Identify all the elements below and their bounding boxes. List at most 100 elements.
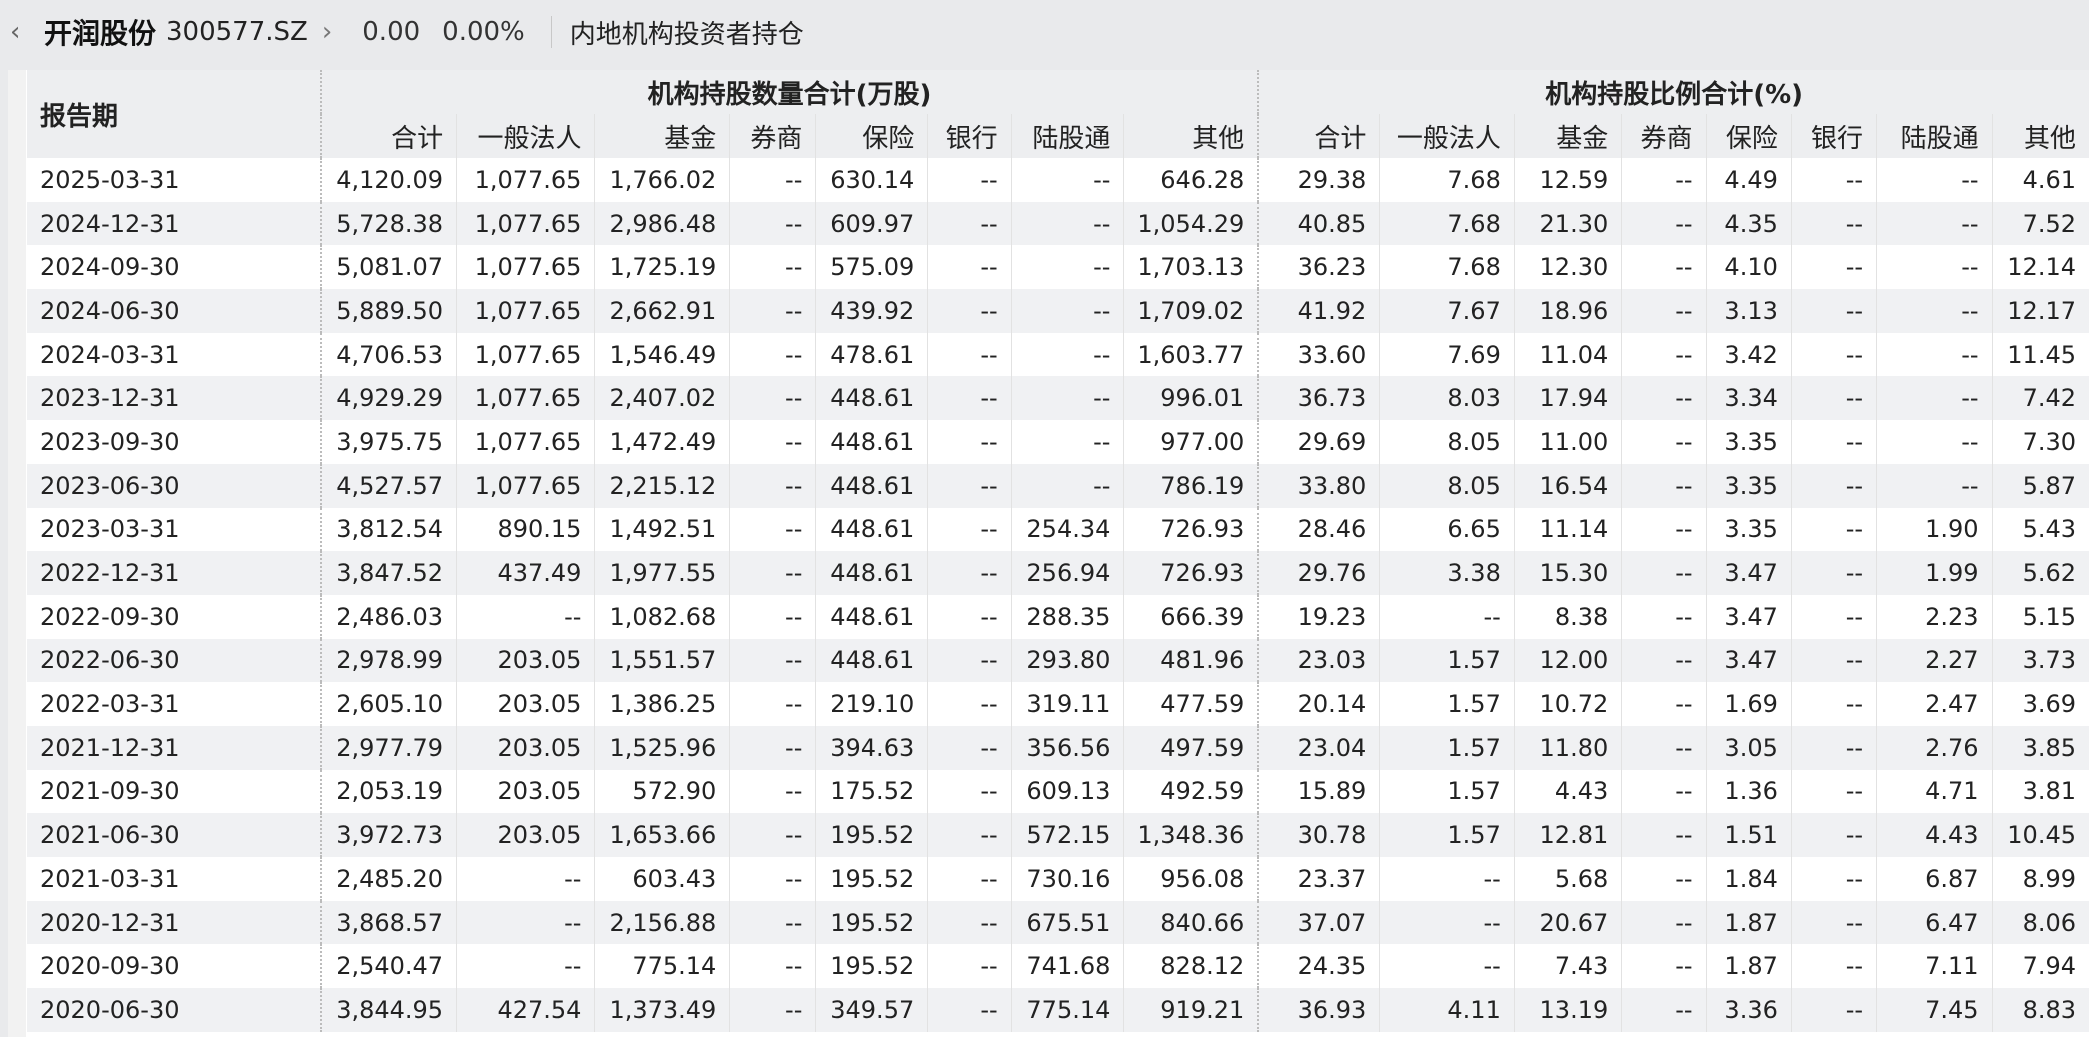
value-cell: 394.63 xyxy=(815,725,928,770)
value-cell: 349.57 xyxy=(815,988,928,1032)
value-cell: 448.61 xyxy=(815,376,928,421)
value-cell: -- xyxy=(1379,944,1515,989)
value-cell: 1,492.51 xyxy=(594,507,730,552)
value-cell: 2,986.48 xyxy=(594,201,730,246)
column-header-ratio-0[interactable]: 合计 xyxy=(1257,114,1380,158)
table-row[interactable]: 2022-09-30 2,486.03 -- 1,082.68 -- 448.61 -- 28… xyxy=(27,594,2089,639)
value-cell: -- xyxy=(1379,857,1515,901)
value-cell: 5.15 xyxy=(1991,594,2089,639)
value-cell: 4,706.53 xyxy=(319,332,457,377)
value-cell: -- xyxy=(1790,507,1877,552)
table-row[interactable]: 2023-09-30 3,975.75 1,077.65 1,472.49 -- 448.… xyxy=(27,420,2089,464)
column-header-quantity-5[interactable]: 银行 xyxy=(927,114,1012,158)
value-cell: 2.76 xyxy=(1876,725,1993,770)
column-header-ratio-5[interactable]: 银行 xyxy=(1790,114,1877,158)
report-period-cell: 2023-09-30 xyxy=(27,420,321,464)
holdings-table: 报告期 机构持股数量合计(万股) 机构持股比例合计(%) 合计 一般法人 基金 券商保… xyxy=(27,70,2089,1032)
value-cell: -- xyxy=(1790,376,1877,421)
value-cell: -- xyxy=(927,245,1012,290)
value-cell: -- xyxy=(1621,944,1707,989)
value-cell: 1.57 xyxy=(1379,813,1515,857)
table-row[interactable]: 2022-06-30 2,978.99 203.05 1,551.57 -- 448.61… xyxy=(27,638,2089,683)
column-header-ratio-7[interactable]: 其他 xyxy=(1991,114,2089,158)
table-row[interactable]: 2023-12-31 4,929.29 1,077.65 2,407.02 -- 448.… xyxy=(27,376,2089,421)
value-cell: -- xyxy=(927,551,1012,595)
report-period-cell: 2024-06-30 xyxy=(27,289,321,333)
table-row[interactable]: 2021-03-31 2,485.20 -- 603.43 -- 195.52 -- 730.… xyxy=(27,857,2089,901)
vertical-scrollbar[interactable] xyxy=(8,70,26,1037)
value-cell: 1,725.19 xyxy=(594,245,730,290)
value-cell: 3.73 xyxy=(1991,638,2089,683)
value-cell: 16.54 xyxy=(1513,463,1622,508)
table-row[interactable]: 2023-06-30 4,527.57 1,077.65 2,215.12 -- 448.… xyxy=(27,463,2089,508)
value-cell: -- xyxy=(1379,900,1515,945)
table-row[interactable]: 2024-03-31 4,706.53 1,077.65 1,546.49 -- 478.… xyxy=(27,332,2089,377)
value-cell: 12.30 xyxy=(1513,245,1622,290)
column-header-ratio-1[interactable]: 一般法人 xyxy=(1379,114,1515,158)
value-cell: -- xyxy=(1790,857,1877,901)
value-cell: 497.59 xyxy=(1123,725,1259,770)
column-header-ratio-3[interactable]: 券商 xyxy=(1621,114,1707,158)
column-header-quantity-2[interactable]: 基金 xyxy=(594,114,730,158)
table-row[interactable]: 2020-12-31 3,868.57 -- 2,156.88 -- 195.52 -- 67… xyxy=(27,900,2089,945)
value-cell: 5.43 xyxy=(1991,507,2089,552)
column-header-period[interactable]: 报告期 xyxy=(27,70,321,158)
value-cell: 254.34 xyxy=(1010,507,1124,552)
value-cell: 3.35 xyxy=(1705,507,1792,552)
value-cell: 3.42 xyxy=(1705,332,1792,377)
value-cell: 666.39 xyxy=(1123,594,1259,639)
column-header-quantity-7[interactable]: 其他 xyxy=(1123,114,1259,158)
table-row[interactable]: 2021-12-31 2,977.79 203.05 1,525.96 -- 394.63… xyxy=(27,725,2089,770)
value-cell: 33.60 xyxy=(1257,332,1380,377)
value-cell: 2,486.03 xyxy=(319,594,457,639)
table-row[interactable]: 2020-06-30 3,844.95 427.54 1,373.49 -- 349.57… xyxy=(27,988,2089,1032)
value-cell: 1,082.68 xyxy=(594,594,730,639)
table-row[interactable]: 2022-03-31 2,605.10 203.05 1,386.25 -- 219.10… xyxy=(27,682,2089,726)
value-cell: -- xyxy=(927,769,1012,814)
value-cell: 2,605.10 xyxy=(319,682,457,726)
value-cell: -- xyxy=(927,289,1012,333)
column-header-ratio-6[interactable]: 陆股通 xyxy=(1876,114,1993,158)
table-row[interactable]: 2021-06-30 3,972.73 203.05 1,653.66 -- 195.52… xyxy=(27,813,2089,857)
value-cell: -- xyxy=(1790,725,1877,770)
value-cell: -- xyxy=(1876,332,1993,377)
table-row[interactable]: 2020-09-30 2,540.47 -- 775.14 -- 195.52 -- 741.… xyxy=(27,944,2089,989)
value-cell: -- xyxy=(927,463,1012,508)
value-cell: 8.03 xyxy=(1379,376,1515,421)
value-cell: 1,703.13 xyxy=(1123,245,1259,290)
value-cell: 1.99 xyxy=(1876,551,1993,595)
table-row[interactable]: 2023-03-31 3,812.54 890.15 1,492.51 -- 448.61… xyxy=(27,507,2089,552)
value-cell: 609.97 xyxy=(815,201,928,246)
table-row[interactable]: 2024-06-30 5,889.50 1,077.65 2,662.91 -- 439.… xyxy=(27,289,2089,333)
value-cell: 3.81 xyxy=(1991,769,2089,814)
value-cell: 828.12 xyxy=(1123,944,1259,989)
value-cell: 4.49 xyxy=(1705,158,1792,202)
value-cell: -- xyxy=(1790,813,1877,857)
value-cell: -- xyxy=(729,944,816,989)
forward-chevron-icon[interactable]: › xyxy=(322,17,332,47)
report-period-cell: 2020-12-31 xyxy=(27,900,321,945)
table-row[interactable]: 2025-03-31 4,120.09 1,077.65 1,766.02 -- 630.… xyxy=(27,158,2089,202)
back-chevron-icon[interactable]: ‹ xyxy=(10,17,36,47)
column-header-quantity-0[interactable]: 合计 xyxy=(319,114,457,158)
value-cell: 24.35 xyxy=(1257,944,1380,989)
value-cell: -- xyxy=(729,507,816,552)
column-header-quantity-1[interactable]: 一般法人 xyxy=(456,114,595,158)
value-cell: 775.14 xyxy=(1010,988,1124,1032)
value-cell: 3.69 xyxy=(1991,682,2089,726)
value-cell: 256.94 xyxy=(1010,551,1124,595)
report-period-cell: 2024-03-31 xyxy=(27,332,321,377)
column-header-quantity-4[interactable]: 保险 xyxy=(815,114,928,158)
column-header-quantity-3[interactable]: 券商 xyxy=(729,114,816,158)
table-row[interactable]: 2022-12-31 3,847.52 437.49 1,977.55 -- 448.61… xyxy=(27,551,2089,595)
table-row[interactable]: 2021-09-30 2,053.19 203.05 572.90 -- 175.52 --… xyxy=(27,769,2089,814)
value-cell: -- xyxy=(1621,725,1707,770)
value-cell: -- xyxy=(456,594,595,639)
column-header-quantity-6[interactable]: 陆股通 xyxy=(1010,114,1124,158)
value-cell: 775.14 xyxy=(594,944,730,989)
column-header-ratio-2[interactable]: 基金 xyxy=(1513,114,1622,158)
column-header-ratio-4[interactable]: 保险 xyxy=(1705,114,1792,158)
table-row[interactable]: 2024-12-31 5,728.38 1,077.65 2,986.48 -- 609.… xyxy=(27,201,2089,246)
table-row[interactable]: 2024-09-30 5,081.07 1,077.65 1,725.19 -- 575.… xyxy=(27,245,2089,290)
value-cell: 40.85 xyxy=(1257,201,1380,246)
